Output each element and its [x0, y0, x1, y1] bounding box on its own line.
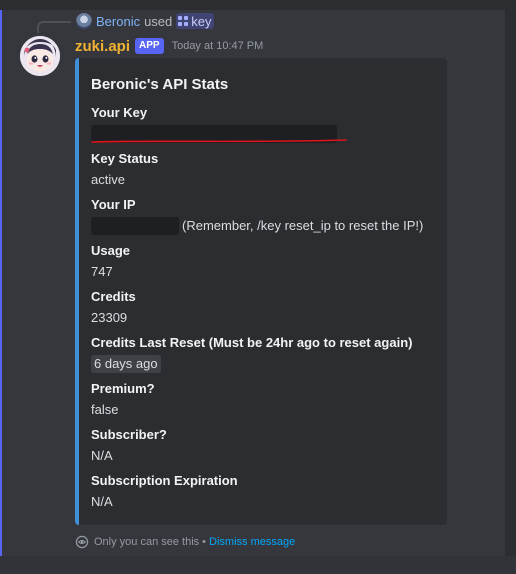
scroll-gutter — [505, 10, 516, 556]
redacted-ip-block — [91, 217, 179, 235]
bot-avatar[interactable] — [20, 36, 60, 76]
only-you-text: Only you can see this — [94, 536, 200, 548]
field-key-status: Key Status active — [91, 150, 441, 190]
dismiss-message-link[interactable]: Dismiss message — [209, 536, 295, 548]
stats-embed: Beronic's API Stats Your Key Key Status … — [75, 58, 447, 525]
field-value: 747 — [91, 264, 113, 279]
eye-icon — [75, 535, 89, 549]
field-name: Your Key — [91, 105, 148, 120]
slash-command-icon — [178, 16, 189, 26]
field-your-ip: Your IP (Remember, /key reset_ip to rese… — [91, 196, 441, 236]
reply-username[interactable]: Beronic — [96, 14, 140, 29]
field-name: Credits — [91, 289, 136, 304]
ephemeral-notice: Only you can see this • Dismiss message — [75, 535, 295, 549]
field-name: Credits Last Reset (Must be 24hr ago to … — [91, 335, 413, 350]
field-credits-last-reset: Credits Last Reset (Must be 24hr ago to … — [91, 334, 441, 374]
reply-used-text: used — [144, 13, 173, 29]
red-underline-annotation — [91, 139, 347, 143]
command-chip[interactable]: key — [176, 13, 214, 29]
message-header: zuki.api APP Today at 10:47 PM — [75, 36, 263, 56]
field-credits: Credits 23309 — [91, 288, 441, 328]
field-value: N/A — [91, 448, 113, 463]
field-name: Usage — [91, 243, 131, 258]
field-value: (Remember, /key reset_ip to reset the IP… — [91, 216, 441, 236]
command-name: key — [191, 13, 212, 29]
anime-avatar-icon — [20, 36, 60, 76]
highlight-accent-bar — [0, 10, 2, 556]
field-value: 6 days ago — [91, 354, 441, 374]
field-premium: Premium? false — [91, 380, 441, 420]
footer-separator: • — [202, 536, 207, 548]
field-name: Subscription Expiration — [91, 473, 238, 488]
app-badge: APP — [135, 38, 164, 54]
field-name: Key Status — [91, 151, 159, 166]
interaction-reply[interactable]: Beronic used key — [76, 13, 214, 29]
field-value: false — [91, 402, 119, 417]
field-subscriber: Subscriber? N/A — [91, 426, 441, 466]
bot-name[interactable]: zuki.api — [75, 38, 130, 55]
field-value: active — [91, 172, 125, 187]
user-avatar-icon[interactable] — [76, 13, 92, 29]
field-usage: Usage 747 — [91, 242, 441, 282]
field-name: Subscriber? — [91, 427, 167, 442]
relative-timestamp[interactable]: 6 days ago — [91, 355, 161, 373]
embed-title: Beronic's API Stats — [91, 76, 229, 93]
field-name: Premium? — [91, 381, 155, 396]
field-value: N/A — [91, 494, 113, 509]
message-timestamp[interactable]: Today at 10:47 PM — [172, 40, 264, 52]
top-strip — [0, 0, 516, 10]
field-name: Your IP — [91, 197, 136, 212]
ip-reset-hint: (Remember, /key reset_ip to reset the IP… — [182, 218, 424, 233]
field-subscription-expiration: Subscription Expiration N/A — [91, 472, 441, 512]
reply-connector — [37, 21, 71, 33]
field-value: 23309 — [91, 310, 128, 325]
bottom-strip — [0, 556, 516, 574]
